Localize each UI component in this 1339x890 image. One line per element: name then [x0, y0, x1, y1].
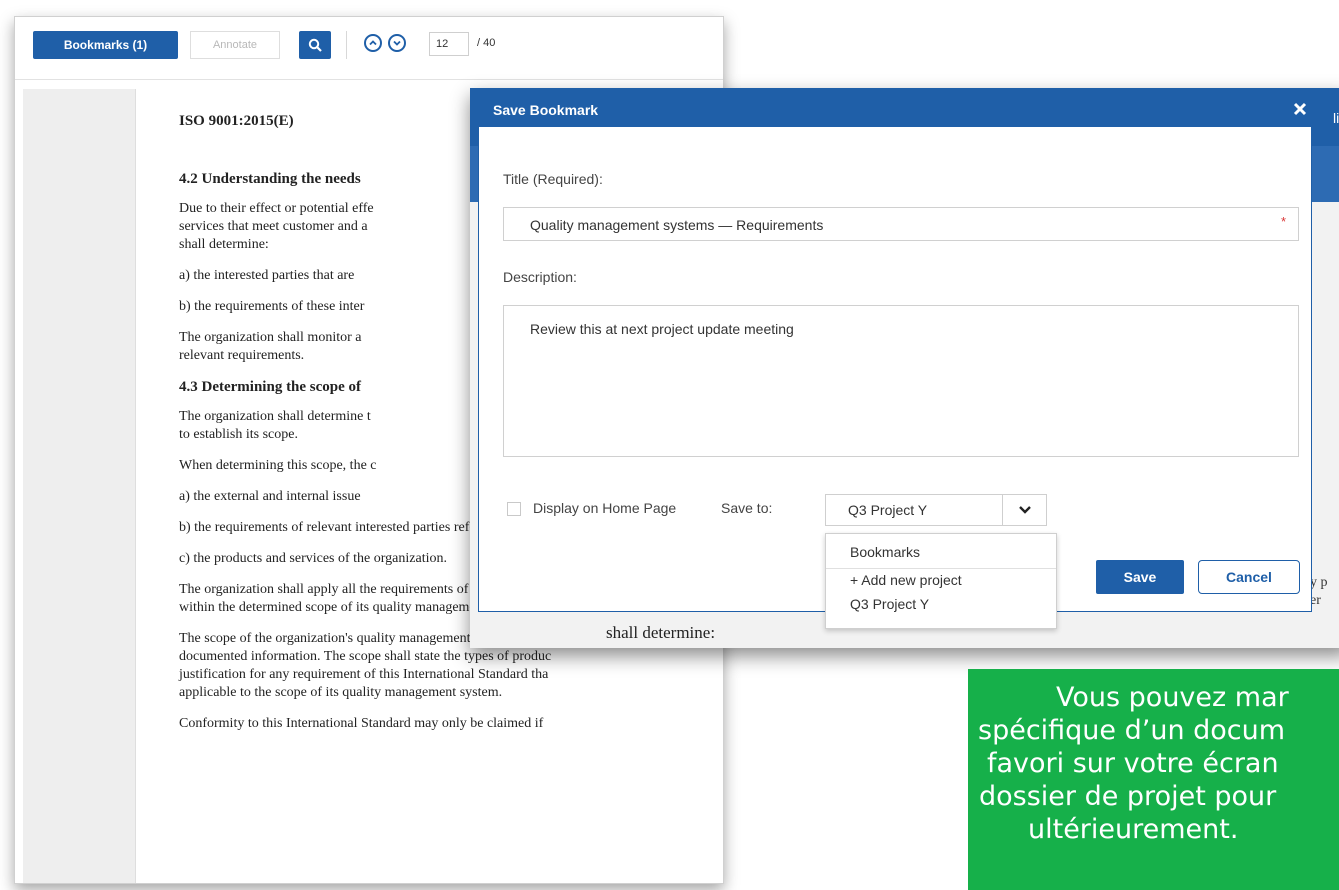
save-to-dropdown: Bookmarks + Add new project Q3 Project Y	[825, 533, 1057, 629]
paragraph-line: Conformity to this International Standar…	[179, 716, 544, 731]
title-input[interactable]: Quality management systems — Requirement…	[503, 207, 1299, 241]
background-doc-text: shall determine:	[606, 623, 716, 642]
bookmarks-button[interactable]: Bookmarks (1)	[33, 31, 178, 59]
display-home-checkbox[interactable]	[507, 502, 521, 516]
annotate-button[interactable]: Annotate	[190, 31, 280, 59]
description-label: Description:	[503, 269, 577, 285]
next-page-button[interactable]	[388, 34, 406, 52]
chevron-down-icon	[393, 40, 401, 46]
search-button[interactable]	[299, 31, 331, 59]
close-button[interactable]	[1291, 100, 1309, 118]
page-number-input[interactable]: 12	[429, 32, 469, 56]
callout-line: ultérieurement.	[1028, 814, 1239, 845]
dropdown-option-q3-project[interactable]: Q3 Project Y	[850, 596, 929, 612]
description-textarea[interactable]: Review this at next project update meeti…	[503, 305, 1299, 457]
chevron-up-icon	[369, 40, 377, 46]
chevron-down-icon	[1019, 506, 1031, 514]
search-icon	[308, 38, 322, 52]
paragraph-line: documented information. The scope shall …	[179, 649, 552, 664]
thumbnail-panel	[23, 89, 136, 883]
display-home-label: Display on Home Page	[533, 500, 677, 516]
callout-line: spécifique d’un docum	[978, 715, 1286, 746]
save-to-value: Q3 Project Y	[848, 502, 928, 518]
close-icon	[1293, 102, 1307, 116]
callout-line: Vous pouvez mar	[1056, 682, 1289, 713]
save-bookmark-dialog: Save Bookmark Title (Required): Quality …	[478, 92, 1312, 629]
background-text: y p er	[1310, 574, 1328, 610]
save-to-select[interactable]: Q3 Project Y	[825, 494, 1047, 526]
background-text-line: er	[1310, 593, 1321, 608]
dialog-header: Save Bookmark	[479, 93, 1311, 127]
title-input-value: Quality management systems — Requirement…	[530, 217, 824, 233]
dropdown-divider	[826, 568, 1056, 569]
dropdown-toggle[interactable]	[1002, 495, 1047, 525]
previous-page-button[interactable]	[364, 34, 382, 52]
paragraph-line: applicable to the scope of its quality m…	[179, 685, 503, 700]
toolbar-divider	[346, 31, 347, 59]
callout-line: favori sur votre écran	[987, 748, 1279, 779]
page-total: / 40	[477, 37, 496, 49]
viewer-toolbar: Bookmarks (1) Annotate 12 / 40	[15, 17, 723, 80]
background-text-line: y p	[1310, 575, 1328, 590]
callout-line: dossier de projet pour	[979, 781, 1277, 812]
paragraph-line: justification for any requirement of thi…	[179, 667, 549, 682]
dropdown-option-bookmarks[interactable]: Bookmarks	[850, 544, 920, 560]
save-button[interactable]: Save	[1096, 560, 1184, 594]
save-to-label: Save to:	[721, 500, 773, 516]
info-callout: Vous pouvez mar spécifique d’un docum fa…	[968, 669, 1339, 890]
cancel-button[interactable]: Cancel	[1198, 560, 1300, 594]
title-label: Title (Required):	[503, 171, 603, 187]
required-indicator: *	[1280, 214, 1286, 229]
background-header-text: lit	[1333, 110, 1339, 126]
dialog-title: Save Bookmark	[493, 102, 599, 118]
dropdown-option-add-project[interactable]: + Add new project	[850, 572, 962, 588]
